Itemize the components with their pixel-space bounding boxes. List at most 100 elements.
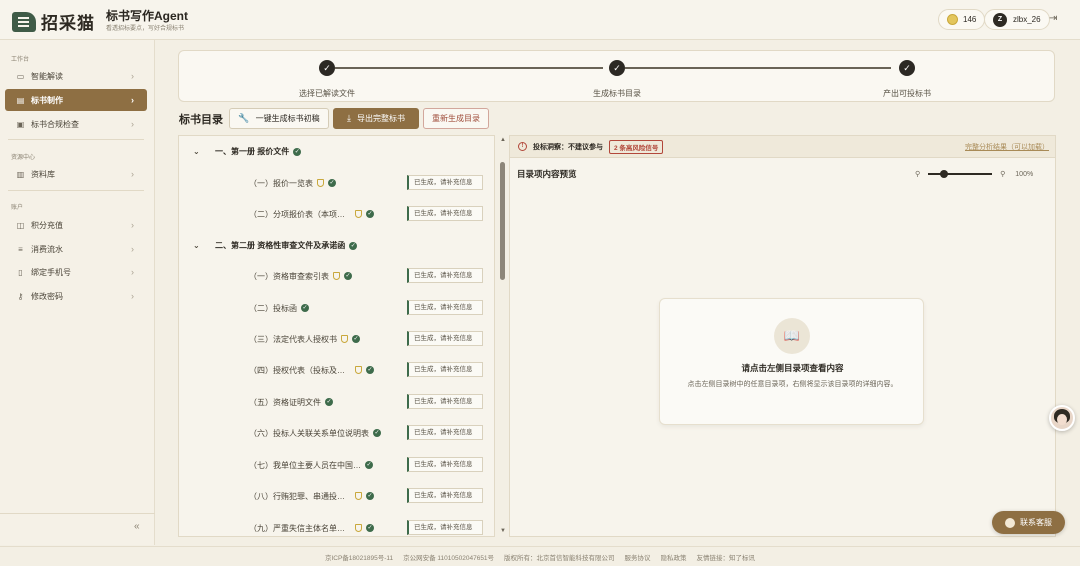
tree-item[interactable]: （三）法定代表人授权书 ✓ 已生成，请补充信息 (249, 331, 489, 346)
zoom-out-icon[interactable]: ⚲ (915, 170, 920, 178)
sidebar-item-compliance[interactable]: ▣ 标书合规检查 › (5, 113, 147, 135)
chevron-down-icon[interactable]: ⌄ (193, 241, 200, 250)
logo-text: 招采猫 (41, 14, 95, 33)
sidebar-item-transactions[interactable]: ≡ 消费流水 › (5, 238, 147, 260)
shield-icon (333, 272, 340, 280)
logo-icon (12, 11, 36, 32)
tree-chapter-2[interactable]: ⌄ 二、第二册 资格性审查文件及承诺函 ✓ (193, 240, 358, 251)
tree-item[interactable]: （六）投标人关联关系单位说明表 ✓ 已生成，请补充信息 (249, 425, 489, 440)
tree-item[interactable]: （七）我单位主要人员在中国工商... ✓ 已生成，请补充信息 (249, 457, 489, 472)
footer-privacy-link[interactable]: 隐私政策 (661, 552, 687, 562)
regenerate-catalog-button[interactable]: 重新生成目录 (423, 108, 489, 129)
generate-draft-button[interactable]: 🔧 一键生成标书初稿 (229, 108, 329, 129)
chevron-right-icon: › (131, 119, 134, 129)
check-circle-icon: ✓ (344, 272, 352, 280)
tree-item[interactable]: （九）严重失信主体名单记录查... ✓ 已生成，请补充信息 (249, 520, 489, 535)
divider (8, 190, 144, 191)
document-icon: ▤ (16, 95, 25, 105)
status-badge: 已生成，请补充信息 (407, 268, 483, 283)
divider (8, 139, 144, 140)
wrench-icon: 🔧 (238, 113, 250, 123)
tree-item-label: （一）资格审查索引表 (249, 271, 329, 281)
step-connector (625, 67, 891, 69)
sidebar-item-smart-read[interactable]: ▭ 智能解读 › (5, 65, 147, 87)
export-full-label: 导出完整标书 (356, 114, 405, 123)
tree-item[interactable]: （四）授权代表（投标及谈判）... ✓ 已生成，请补充信息 (249, 362, 489, 377)
chapter-title: 二、第二册 资格性审查文件及承诺函 (215, 241, 346, 250)
tree-item-label: （八）行贿犯罪、串通投标犯罪... (249, 491, 351, 501)
logout-icon[interactable]: ⇥ (1049, 13, 1061, 25)
zoom-percent: 100% (1015, 170, 1034, 178)
assistant-avatar[interactable] (1049, 405, 1075, 431)
credits-badge[interactable]: 146 (938, 9, 986, 30)
export-full-button[interactable]: ⤓ 导出完整标书 (333, 108, 419, 129)
sidebar-item-change-password[interactable]: ⚷ 修改密码 › (5, 285, 147, 307)
zoom-slider[interactable] (928, 170, 993, 178)
sidebar-item-bid-writing[interactable]: ▤ 标书制作 › (5, 89, 147, 111)
tree-item[interactable]: （二）投标函 ✓ 已生成，请补充信息 (249, 300, 489, 315)
risk-badge[interactable]: 2 条高风险信号 (609, 139, 664, 154)
full-analysis-link[interactable]: 完整分析结果（可以加载） (965, 142, 1049, 152)
logo[interactable]: 招采猫 (12, 9, 95, 34)
status-badge: 已生成，请补充信息 (407, 206, 483, 221)
status-badge: 已生成，请补充信息 (407, 362, 483, 377)
tree-item-label: （二）投标函 (249, 303, 297, 313)
scroll-up-icon[interactable]: ▲ (500, 137, 506, 143)
tree-item-label: （二）分项报价表（本项目不适... (249, 209, 351, 219)
key-icon: ⚷ (17, 291, 24, 301)
sidebar-item-label: 资料库 (31, 169, 55, 179)
shield-icon (355, 524, 362, 532)
alert-icon: ! (518, 142, 527, 151)
scroll-down-icon[interactable]: ▼ (500, 528, 506, 534)
app-subtitle: 看透招标要点，写好合规标书 (106, 26, 185, 32)
shield-icon (317, 179, 324, 187)
headset-icon (1005, 517, 1015, 528)
footer-friend-links[interactable]: 友情链接：知了标讯 (697, 552, 756, 562)
step-2-label: 生成标书目录 (593, 89, 641, 98)
status-badge: 已生成，请补充信息 (407, 520, 483, 535)
bid-insight-alert: ! 投标洞察：不建议参与 2 条高风险信号 完整分析结果（可以加载） (510, 136, 1055, 158)
credits-value: 146 (963, 15, 977, 24)
footer-police[interactable]: 京公网安备 11010502047651号 (403, 552, 494, 562)
sidebar-item-library[interactable]: ▥ 资料库 › (5, 163, 147, 185)
tree-scrollbar[interactable] (500, 162, 505, 280)
tree-item-label: （九）严重失信主体名单记录查... (249, 523, 351, 533)
footer-icp[interactable]: 京ICP备18021895号-11 (325, 552, 393, 562)
chapter-title: 一、第一册 报价文件 (215, 147, 290, 156)
tree-item[interactable]: （八）行贿犯罪、串通投标犯罪... ✓ 已生成，请补充信息 (249, 488, 489, 503)
tree-item[interactable]: （五）资格证明文件 ✓ 已生成，请补充信息 (249, 394, 489, 409)
sidebar-item-label: 标书合规检查 (31, 119, 79, 129)
preview-title: 目录项内容预览 (517, 169, 577, 179)
step-3-label: 产出可投标书 (883, 89, 931, 98)
status-badge: 已生成，请补充信息 (407, 300, 483, 315)
preview-panel: ! 投标洞察：不建议参与 2 条高风险信号 完整分析结果（可以加载） 目录项内容… (509, 135, 1056, 537)
chevron-right-icon: › (131, 267, 134, 277)
sidebar-item-label: 绑定手机号 (31, 267, 71, 277)
check-circle-icon: ✓ (328, 179, 336, 187)
tree-item[interactable]: （一）资格审查索引表 ✓ 已生成，请补充信息 (249, 268, 489, 283)
status-badge: 已生成，请补充信息 (407, 488, 483, 503)
collapse-sidebar-button[interactable]: « (134, 521, 140, 532)
tree-item[interactable]: （一）报价一览表 ✓ 已生成，请补充信息 (249, 175, 489, 190)
user-menu[interactable]: Z zlbx_26 (984, 9, 1050, 30)
sidebar-item-recharge[interactable]: ◫ 积分充值 › (5, 214, 147, 236)
check-circle-icon: ✓ (366, 210, 374, 218)
contact-support-label: 联系客服 (1020, 518, 1052, 527)
shield-icon (355, 210, 362, 218)
contact-support-button[interactable]: 联系客服 (992, 511, 1065, 534)
tree-item[interactable]: （二）分项报价表（本项目不适... ✓ 已生成，请补充信息 (249, 206, 489, 221)
zoom-slider-handle[interactable] (940, 170, 949, 178)
status-badge: 已生成，请补充信息 (407, 425, 483, 440)
username: zlbx_26 (1013, 15, 1041, 24)
footer: 京ICP备18021895号-11 京公网安备 11010502047651号 … (0, 546, 1080, 566)
check-circle-icon: ✓ (366, 524, 374, 532)
zoom-in-icon[interactable]: ⚲ (1000, 170, 1005, 178)
chevron-right-icon: › (131, 220, 134, 230)
bill-icon: ≡ (18, 244, 23, 254)
sidebar-item-bind-phone[interactable]: ▯ 绑定手机号 › (5, 261, 147, 283)
tree-chapter-1[interactable]: ⌄ 一、第一册 报价文件 ✓ (193, 146, 302, 157)
footer-terms-link[interactable]: 服务协议 (625, 552, 651, 562)
chevron-down-icon[interactable]: ⌄ (193, 147, 200, 156)
check-circle-icon: ✓ (366, 366, 374, 374)
step-1-check-icon: ✓ (319, 60, 335, 76)
